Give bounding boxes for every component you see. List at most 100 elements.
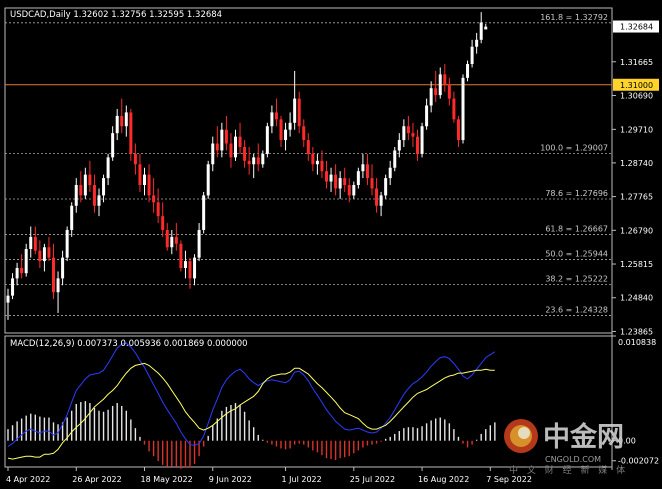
price-panel-frame xyxy=(4,7,613,334)
candle-up xyxy=(484,26,488,30)
candle-up xyxy=(329,174,333,182)
candle-down xyxy=(434,88,438,96)
candle-up xyxy=(56,278,60,293)
candle-down xyxy=(347,185,351,196)
time-tick-label: 26 Apr 2022 xyxy=(72,475,121,484)
fibonacci-levels: 161.8 = 1.32792 100.0 = 1.29007 78.6 = 1.2… xyxy=(5,13,612,316)
candle-up xyxy=(475,39,479,47)
candle-down xyxy=(452,98,456,120)
candle-down xyxy=(215,143,219,151)
candle-down xyxy=(306,140,310,154)
candle-up xyxy=(265,126,269,154)
candle-down xyxy=(311,153,315,165)
candle-down xyxy=(152,195,156,203)
candle-down xyxy=(375,188,379,206)
price-tick-label: 1.24840 xyxy=(620,294,653,303)
price-tick-label: 1.25815 xyxy=(620,260,653,269)
candle-down xyxy=(120,115,124,127)
time-tick-label: 25 Jul 2022 xyxy=(350,475,395,484)
time-axis: 4 Apr 2022 26 Apr 2022 18 May 2022 9 Jun 20… xyxy=(6,467,532,484)
candle-up xyxy=(261,153,265,165)
candle-up xyxy=(420,126,424,154)
candle-down xyxy=(325,171,328,182)
candle-down xyxy=(161,216,165,230)
level-price-label: 1.31000 xyxy=(620,81,653,90)
candle-down xyxy=(138,164,142,186)
candle-down xyxy=(297,98,301,127)
candle-up xyxy=(402,126,406,141)
candle-up xyxy=(293,98,297,123)
candle-up xyxy=(388,167,392,179)
macd-tick-label: 0.010838 xyxy=(618,338,656,347)
candle-down xyxy=(79,185,83,196)
candle-down xyxy=(274,112,278,120)
candle-down xyxy=(456,119,460,141)
watermark-name: 中金网 xyxy=(543,421,624,453)
candle-up xyxy=(379,195,383,206)
candle-down xyxy=(33,236,37,251)
price-axis: 1.31665 1.30690 1.29710 1.28740 1.27765 1.267… xyxy=(612,20,659,336)
candle-down xyxy=(416,136,419,154)
candle-up xyxy=(356,171,360,186)
macd-tick-label: -0.002072 xyxy=(618,457,659,466)
candle-up xyxy=(183,261,187,268)
candle-down xyxy=(411,133,415,137)
candle-up xyxy=(461,77,465,141)
candle-down xyxy=(224,129,228,144)
candle-up xyxy=(65,229,69,258)
price-tick-label: 1.27765 xyxy=(620,193,653,202)
candle-down xyxy=(256,157,260,165)
time-tick-label: 7 Sep 2022 xyxy=(486,475,532,484)
candle-down xyxy=(47,247,51,258)
fib-label: 50.0 = 1.25944 xyxy=(545,250,608,259)
candle-down xyxy=(174,236,178,244)
candle-up xyxy=(206,164,210,196)
candle-up xyxy=(425,105,429,127)
candle-down xyxy=(443,74,447,85)
candle-up xyxy=(202,195,206,230)
price-tick-label: 1.23865 xyxy=(620,327,653,336)
time-tick-label: 9 Jun 2022 xyxy=(209,475,252,484)
candle-up xyxy=(384,178,388,196)
candle-up xyxy=(170,236,174,248)
candle-up xyxy=(338,178,342,189)
candle-up xyxy=(24,248,28,274)
fib-label: 100.0 = 1.29007 xyxy=(540,144,608,153)
candle-down xyxy=(165,229,169,248)
fib-label: 78.6 = 1.27696 xyxy=(545,189,608,198)
watermark-domain: CNGOLD.COM xyxy=(545,455,601,464)
fib-label: 38.2 = 1.25222 xyxy=(545,275,608,284)
candle-up xyxy=(284,129,288,141)
candle-up xyxy=(111,133,115,158)
candle-up xyxy=(315,160,319,165)
candle-down xyxy=(243,146,247,161)
fib-label: 23.6 = 1.24328 xyxy=(545,305,608,314)
candle-up xyxy=(74,185,78,206)
candle-down xyxy=(38,250,42,262)
candle-down xyxy=(302,126,306,141)
candle-up xyxy=(397,140,401,151)
candle-down xyxy=(247,160,251,165)
candle-down xyxy=(179,243,183,268)
candle-up xyxy=(143,174,146,186)
time-tick-label: 16 Aug 2022 xyxy=(418,475,469,484)
time-tick-label: 18 May 2022 xyxy=(141,475,193,484)
price-tick-label: 1.28740 xyxy=(620,159,653,168)
candle-down xyxy=(229,143,233,158)
candle-down xyxy=(365,164,369,179)
candle-up xyxy=(6,295,10,303)
candle-down xyxy=(147,174,151,196)
candle-up xyxy=(288,122,292,130)
candle-down xyxy=(343,178,347,186)
candle-up xyxy=(234,136,237,158)
watermark-tagline: 中 文 财 经 新 媒 体 xyxy=(509,464,628,476)
candle-down xyxy=(279,119,283,141)
candle-down xyxy=(320,160,324,172)
candle-up xyxy=(470,46,474,65)
candle-up xyxy=(211,143,215,165)
candle-down xyxy=(133,153,137,165)
candle-up xyxy=(479,22,483,40)
price-tick-label: 1.31665 xyxy=(620,58,653,67)
candle-down xyxy=(92,185,96,206)
usdcad-daily-chart[interactable]: 161.8 = 1.32792 100.0 = 1.29007 78.6 = 1.2… xyxy=(0,0,662,489)
